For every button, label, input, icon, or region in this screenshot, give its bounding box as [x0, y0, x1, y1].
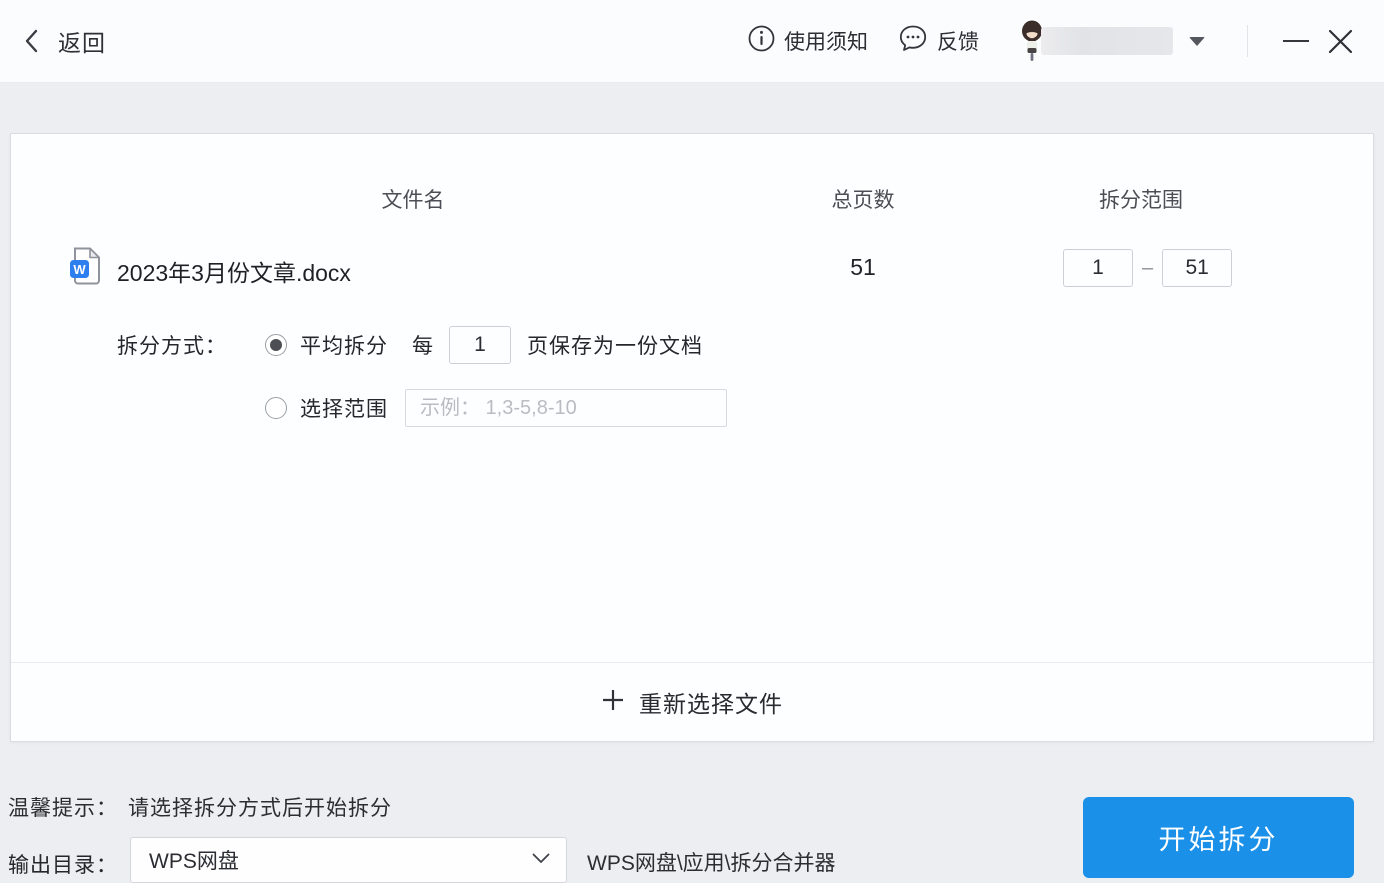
column-header-filename: 文件名: [381, 189, 445, 212]
minimize-icon: [1283, 40, 1309, 42]
start-split-button[interactable]: 开始拆分: [1083, 797, 1354, 878]
reselect-files-label: 重新选择文件: [639, 691, 783, 717]
split-method-label: 拆分方式：: [117, 335, 227, 358]
usage-notice-label: 使用须知: [784, 31, 868, 54]
per-suffix-text: 页保存为一份文档: [527, 335, 703, 358]
select-range-label[interactable]: 选择范围: [300, 393, 388, 423]
titlebar-divider: [1247, 25, 1248, 57]
chevron-down-icon: [532, 851, 550, 869]
plus-icon: [601, 688, 625, 717]
svg-text:W: W: [73, 262, 86, 277]
title-bar: 返回 使用须知 反馈: [0, 0, 1384, 83]
usage-notice-button[interactable]: 使用须知: [748, 25, 868, 57]
account-menu[interactable]: [1019, 20, 1205, 62]
tip-row: 温馨提示： 请选择拆分方式后开始拆分: [8, 792, 392, 822]
output-directory-value: WPS网盘: [149, 850, 239, 873]
column-header-total-pages: 总页数: [831, 189, 895, 212]
range-end-input[interactable]: [1162, 249, 1233, 287]
tip-label: 温馨提示：: [8, 797, 118, 820]
column-header-split-range: 拆分范围: [1099, 189, 1183, 212]
total-pages-value: 51: [850, 254, 876, 280]
output-path-text: WPS网盘\应用\拆分合并器: [587, 852, 836, 875]
feedback-chat-icon: [898, 24, 928, 58]
output-directory-label: 输出目录：: [8, 854, 118, 877]
pages-per-doc-input[interactable]: [449, 326, 511, 364]
minimize-button[interactable]: [1274, 19, 1318, 63]
chevron-left-icon: [22, 28, 42, 54]
file-name: 2023年3月份文章.docx: [117, 260, 351, 286]
average-split-radio[interactable]: [265, 334, 287, 356]
per-prefix-text: 每: [412, 335, 433, 358]
reselect-files-button[interactable]: 重新选择文件: [11, 663, 1373, 741]
feedback-label: 反馈: [937, 31, 979, 54]
app-window: 返回 使用须知 反馈 文件名 总页数 拆分范围 W 2023年3月份文章.doc…: [0, 0, 1384, 883]
close-button[interactable]: [1318, 19, 1362, 63]
output-directory-select[interactable]: WPS网盘: [130, 837, 567, 883]
feedback-button[interactable]: 反馈: [898, 24, 979, 58]
back-button[interactable]: 返回: [22, 24, 106, 58]
split-settings-panel: 文件名 总页数 拆分范围 W 2023年3月份文章.docx 51 – 拆分方式…: [10, 133, 1374, 742]
tip-text: 请选择拆分方式后开始拆分: [128, 797, 392, 820]
range-start-input[interactable]: [1063, 249, 1133, 287]
close-icon: [1328, 29, 1352, 53]
range-example-input[interactable]: [405, 389, 727, 427]
split-method-average-row: 拆分方式： 平均拆分 每 页保存为一份文档: [117, 324, 703, 366]
caret-down-icon: [1189, 36, 1205, 46]
info-icon: [748, 25, 775, 57]
split-range-inputs: –: [1063, 249, 1233, 287]
word-document-icon: W: [69, 247, 101, 285]
username-blurred: [1041, 27, 1173, 55]
select-range-radio[interactable]: [265, 397, 287, 419]
back-label: 返回: [58, 30, 106, 56]
range-separator: –: [1142, 256, 1154, 279]
titlebar-actions: 使用须知 反馈: [748, 19, 1362, 63]
average-split-label[interactable]: 平均拆分: [300, 330, 388, 360]
split-method-range-row: 选择范围: [265, 388, 727, 428]
